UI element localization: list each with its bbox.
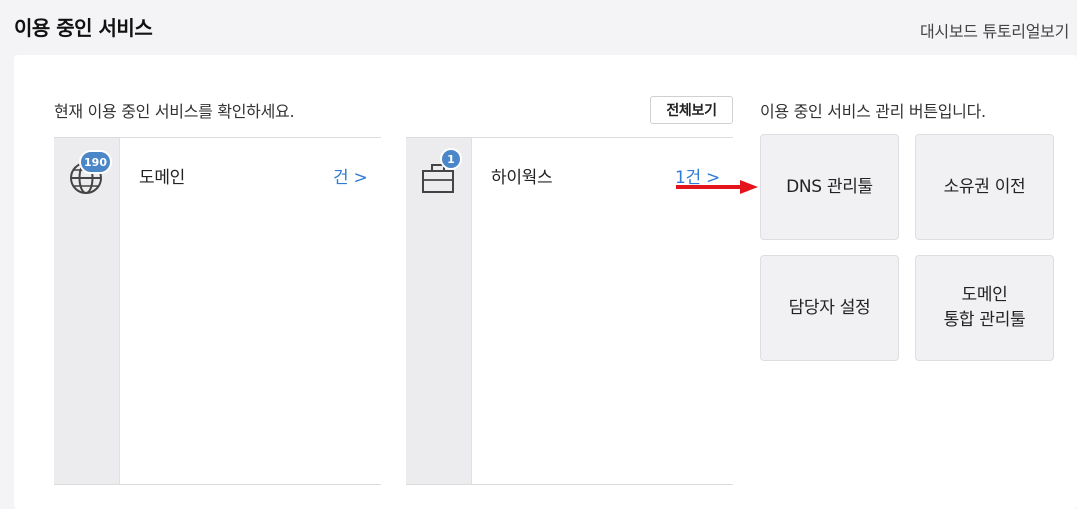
globe-icon: 190 xyxy=(68,150,112,196)
hiworks-count-badge: 1 xyxy=(440,148,462,170)
contact-settings-button[interactable]: 담당자 설정 xyxy=(760,255,899,361)
hiworks-service-label: 하이웍스 xyxy=(491,168,553,188)
domain-count-link[interactable]: 건 > xyxy=(333,163,368,188)
dns-management-button[interactable]: DNS 관리툴 xyxy=(760,134,899,240)
card-icon-column: 190 xyxy=(54,138,120,484)
tool-label-line1: 도메인 xyxy=(961,285,1008,306)
tool-label: 소유권 이전 xyxy=(943,176,1026,197)
management-intro-text: 이용 중인 서비스 관리 버튼입니다. xyxy=(760,102,986,121)
ownership-transfer-button[interactable]: 소유권 이전 xyxy=(915,134,1054,240)
tool-label: DNS 관리툴 xyxy=(786,176,873,197)
tool-label-line2: 통합 관리툴 xyxy=(943,310,1026,330)
domain-integrated-management-button[interactable]: 도메인 통합 관리툴 xyxy=(915,255,1054,361)
red-arrow-icon xyxy=(676,180,758,194)
domain-service-label: 도메인 xyxy=(139,168,186,188)
view-all-button[interactable]: 전체보기 xyxy=(650,96,733,124)
page-title: 이용 중인 서비스 xyxy=(14,16,153,40)
briefcase-icon: 1 xyxy=(420,148,462,196)
tool-label: 담당자 설정 xyxy=(788,297,871,318)
services-intro-text: 현재 이용 중인 서비스를 확인하세요. xyxy=(54,102,295,121)
domain-count-badge: 190 xyxy=(79,150,112,174)
dashboard-tutorial-link[interactable]: 대시보드 튜토리얼보기 xyxy=(920,18,1069,42)
domain-service-card: 190 도메인 건 > xyxy=(54,137,381,485)
card-icon-column: 1 xyxy=(406,138,472,484)
